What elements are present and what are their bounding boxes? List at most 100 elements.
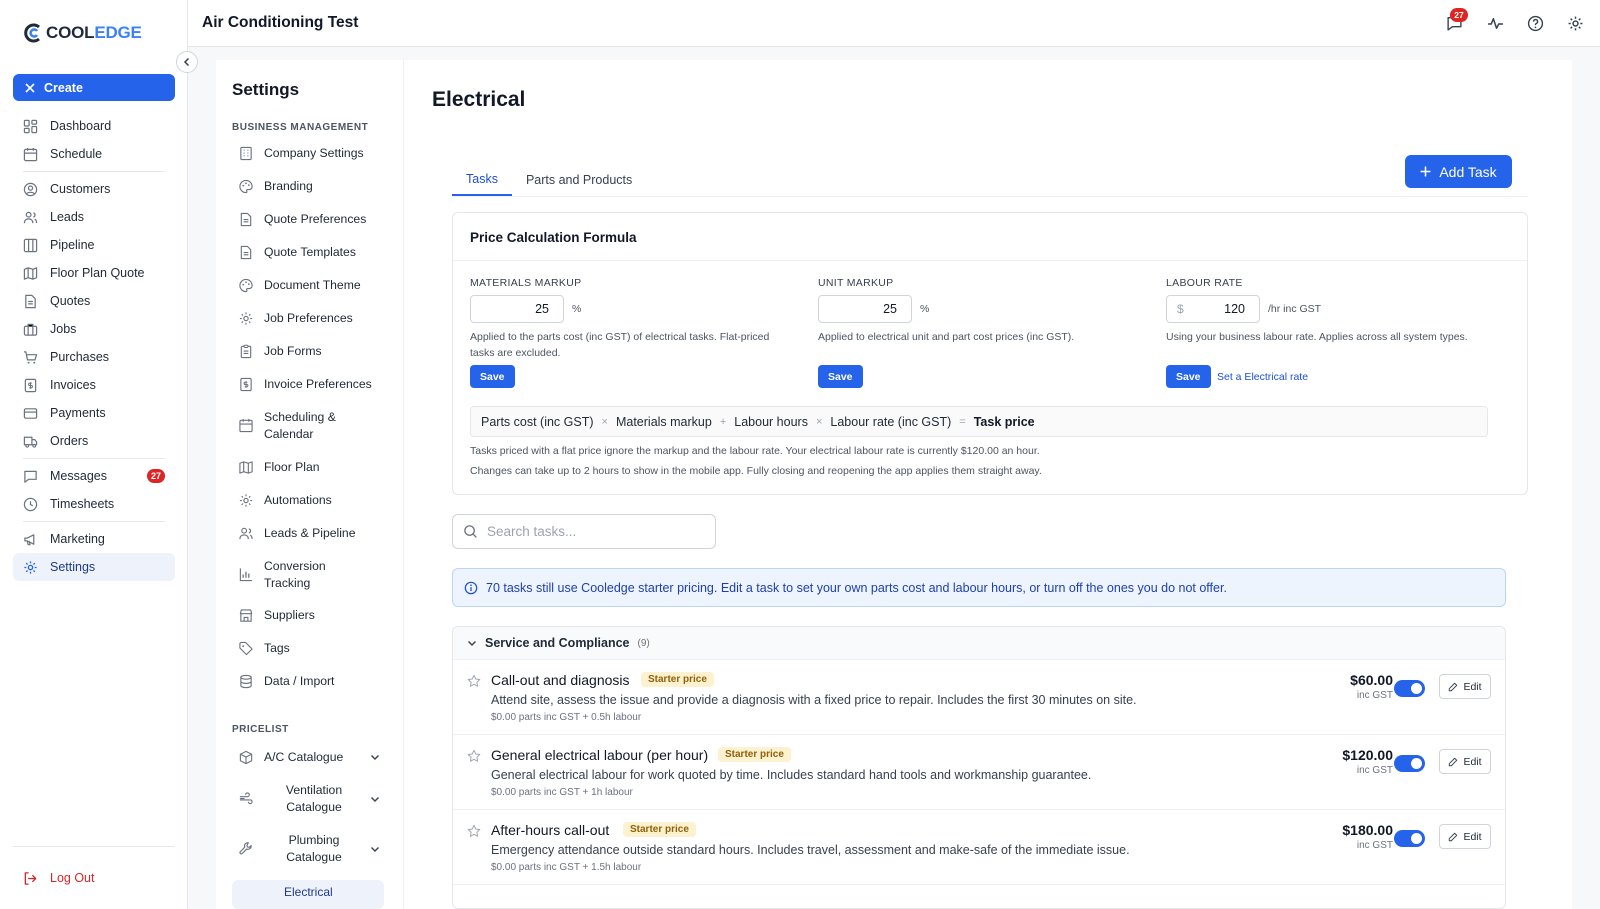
nav-item-settings[interactable]: Settings <box>13 553 175 581</box>
settings-item-label: Plumbing Catalogue <box>286 833 342 864</box>
settings-item-floor-plan[interactable]: Floor Plan <box>238 459 388 476</box>
task-enabled-toggle[interactable] <box>1394 830 1425 847</box>
settings-item-invoice-preferences[interactable]: Invoice Preferences <box>238 376 388 393</box>
edit-label: Edit <box>1463 755 1482 768</box>
unit-markup-input[interactable]: 25 <box>818 295 912 323</box>
activity-button[interactable] <box>1484 12 1506 34</box>
settings-button[interactable] <box>1564 12 1586 34</box>
nav-label: Dashboard <box>50 119 112 133</box>
settings-item-label: A/C Catalogue <box>264 750 344 764</box>
labour-rate-input[interactable]: $120 <box>1166 295 1260 323</box>
logout-button[interactable]: Log Out <box>13 865 175 891</box>
settings-item-job-preferences[interactable]: Job Preferences <box>238 310 388 327</box>
cooledge-logo[interactable]: COOLEDGE <box>22 22 142 44</box>
settings-item-job-forms[interactable]: Job Forms <box>238 343 388 360</box>
pricelist-item-plumbing-catalogue[interactable]: Plumbing Catalogue <box>238 832 388 865</box>
settings-item-label: Quote Templates <box>264 245 356 259</box>
edit-task-button[interactable]: Edit <box>1439 674 1491 699</box>
tab-tasks[interactable]: Tasks <box>452 164 512 196</box>
nav-item-messages[interactable]: Messages 27 <box>13 462 175 490</box>
logo-text-bold: COOL <box>46 23 95 42</box>
nav-item-quotes[interactable]: Quotes <box>13 287 175 315</box>
settings-item-company-settings[interactable]: Company Settings <box>238 145 388 162</box>
settings-item-data-import[interactable]: Data / Import <box>238 673 388 690</box>
materials-markup-unit: % <box>572 303 582 315</box>
set-electrical-rate-link[interactable]: Set a Electrical rate <box>1217 371 1308 383</box>
tab-parts-and-products[interactable]: Parts and Products <box>512 164 646 196</box>
app-sidebar: COOLEDGE Create Dashboard Schedule Custo… <box>0 0 188 909</box>
settings-item-suppliers[interactable]: Suppliers <box>238 607 388 624</box>
nav-item-pipeline[interactable]: Pipeline <box>13 231 175 259</box>
task-description: Emergency attendance outside standard ho… <box>491 843 1130 857</box>
logo-text-light: EDGE <box>94 23 142 42</box>
settings-item-conversion-tracking[interactable]: Conversion Tracking <box>238 558 388 591</box>
add-task-button[interactable]: Add Task <box>1405 155 1512 188</box>
formula-term: Parts cost (inc GST) <box>481 414 594 429</box>
settings-item-quote-templates[interactable]: Quote Templates <box>238 244 388 261</box>
nav-item-payments[interactable]: Payments <box>13 399 175 427</box>
settings-item-leads-pipeline[interactable]: Leads & Pipeline <box>238 525 388 542</box>
logout-icon <box>24 871 37 885</box>
nav-item-orders[interactable]: Orders <box>13 427 175 455</box>
palette-icon <box>239 179 253 193</box>
group-header[interactable]: Service and Compliance (9) <box>453 627 1505 660</box>
save-labour-rate-button[interactable]: Save <box>1166 365 1211 388</box>
save-materials-markup-button[interactable]: Save <box>470 365 515 388</box>
edit-label: Edit <box>1463 680 1482 693</box>
main-nav: Dashboard Schedule Customers Leads Pipel… <box>13 112 175 581</box>
nav-item-purchases[interactable]: Purchases <box>13 343 175 371</box>
pricelist-item-ventilation-catalogue[interactable]: Ventilation Catalogue <box>238 782 388 815</box>
nav-item-timesheets[interactable]: Timesheets <box>13 490 175 518</box>
nav-item-customers[interactable]: Customers <box>13 175 175 203</box>
document-icon <box>240 245 252 259</box>
help-button[interactable] <box>1524 12 1546 34</box>
pricelist-item-electrical[interactable]: Electrical <box>232 880 384 909</box>
star-icon[interactable] <box>467 824 481 838</box>
settings-item-tags[interactable]: Tags <box>238 640 388 657</box>
settings-item-label: Job Forms <box>264 344 322 358</box>
task-enabled-toggle[interactable] <box>1394 680 1425 697</box>
nav-item-leads[interactable]: Leads <box>13 203 175 231</box>
toggle-knob <box>1411 683 1422 694</box>
nav-label: Quotes <box>50 294 91 308</box>
save-unit-markup-button[interactable]: Save <box>818 365 863 388</box>
settings-item-document-theme[interactable]: Document Theme <box>238 277 388 294</box>
materials-markup-input[interactable]: 25 <box>470 295 564 323</box>
formula-operator: = <box>959 415 966 428</box>
settings-item-label: Scheduling & Calendar <box>264 410 336 441</box>
settings-item-scheduling-calendar[interactable]: Scheduling & Calendar <box>238 409 388 442</box>
nav-item-invoices[interactable]: Invoices <box>13 371 175 399</box>
info-icon <box>464 581 478 594</box>
edit-task-button[interactable]: Edit <box>1439 824 1491 849</box>
users-icon <box>23 211 38 223</box>
labour-rate-unit: /hr inc GST <box>1268 303 1322 315</box>
group-count: (9) <box>637 637 650 649</box>
edit-task-button[interactable]: Edit <box>1439 749 1491 774</box>
nav-item-floor-plan-quote[interactable]: Floor Plan Quote <box>13 259 175 287</box>
nav-label: Marketing <box>50 532 105 546</box>
starter-price-badge: Starter price <box>718 747 791 762</box>
task-enabled-toggle[interactable] <box>1394 755 1425 772</box>
create-button[interactable]: Create <box>13 74 175 101</box>
formula-operator: × <box>601 415 608 428</box>
edit-label: Edit <box>1463 830 1482 843</box>
settings-item-quote-preferences[interactable]: Quote Preferences <box>238 211 388 228</box>
settings-item-label: Invoice Preferences <box>264 377 372 391</box>
settings-item-branding[interactable]: Branding <box>238 178 388 195</box>
star-icon[interactable] <box>467 749 481 763</box>
nav-item-marketing[interactable]: Marketing <box>13 525 175 553</box>
task-search-input[interactable]: Search tasks... <box>452 514 716 549</box>
materials-markup-field: MATERIALS MARKUP 25 % Applied to the par… <box>470 277 800 361</box>
sidebar-collapse-button[interactable] <box>176 51 198 73</box>
nav-item-dashboard[interactable]: Dashboard <box>13 112 175 140</box>
nav-item-jobs[interactable]: Jobs <box>13 315 175 343</box>
nav-item-schedule[interactable]: Schedule <box>13 140 175 168</box>
plus-icon <box>1420 166 1431 177</box>
star-icon[interactable] <box>467 674 481 688</box>
settings-item-label: Job Preferences <box>264 311 353 325</box>
task-name: Call-out and diagnosis <box>491 672 630 688</box>
box-icon <box>239 750 253 764</box>
settings-item-automations[interactable]: Automations <box>238 492 388 509</box>
pricelist-item-ac-catalogue[interactable]: A/C Catalogue <box>238 749 388 766</box>
nav-label: Messages <box>50 469 107 483</box>
